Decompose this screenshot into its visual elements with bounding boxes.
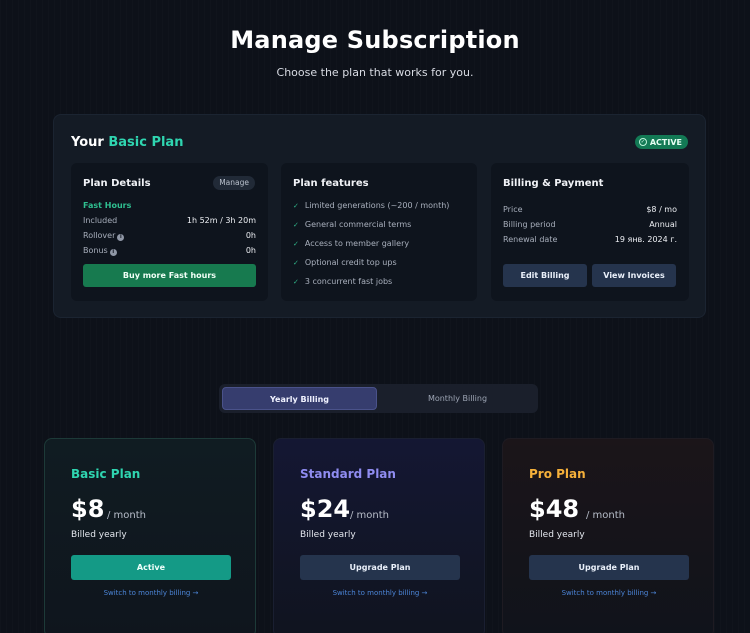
plan-name: Basic Plan — [71, 467, 141, 481]
yearly-billing-option[interactable]: Yearly Billing — [222, 387, 377, 410]
plan-details-title: Plan Details — [83, 178, 151, 189]
plan-billed: Billed yearly — [300, 530, 356, 540]
price-value: $8 / mo — [646, 205, 677, 214]
price-row: Price $8 / mo — [503, 205, 677, 214]
upgrade-plan-button[interactable]: Upgrade Plan — [529, 555, 689, 580]
check-icon: ✓ — [293, 221, 299, 229]
plan-billed: Billed yearly — [529, 530, 585, 540]
current-plan-name: Basic Plan — [108, 135, 184, 150]
included-label: Included — [83, 216, 118, 225]
status-badge-label: ACTIVE — [649, 137, 682, 147]
info-icon[interactable]: i — [109, 249, 117, 256]
feature-item: ✓ Access to member gallery — [293, 239, 409, 248]
plan-features-title: Plan features — [293, 178, 369, 189]
check-circle-icon: ✓ — [638, 138, 647, 146]
bonus-label: Bonus — [83, 246, 108, 255]
plan-features-panel: Plan features ✓ Limited generations (~200… — [281, 163, 477, 301]
check-icon: ✓ — [293, 278, 299, 286]
info-icon[interactable]: i — [117, 234, 125, 241]
plan-card-standard: Standard Plan $24 / month Billed yearly … — [273, 438, 485, 633]
rollover-row: Rollover i 0h — [83, 231, 256, 241]
current-plan-title-prefix: Your — [71, 135, 109, 150]
switch-to-monthly-link[interactable]: Switch to monthly billing → — [71, 589, 231, 597]
active-plan-button[interactable]: Active — [71, 555, 231, 580]
manage-button[interactable]: Manage — [213, 176, 255, 190]
check-icon: ✓ — [293, 202, 299, 210]
switch-to-monthly-link[interactable]: Switch to monthly billing → — [529, 589, 689, 597]
plan-billed: Billed yearly — [71, 530, 127, 540]
plan-name: Standard Plan — [300, 467, 396, 481]
billing-period-row: Billing period Annual — [503, 220, 677, 229]
rollover-label: Rollover — [83, 231, 116, 240]
feature-text: 3 concurrent fast jobs — [304, 277, 393, 286]
plan-price: $48 — [529, 495, 580, 523]
monthly-billing-option[interactable]: Monthly Billing — [380, 387, 535, 410]
plan-card-pro: Pro Plan $48 / month Billed yearly Upgra… — [502, 438, 714, 633]
check-icon: ✓ — [293, 240, 299, 248]
bonus-value: 0h — [245, 246, 256, 255]
renewal-date-row: Renewal date 19 янв. 2024 г. — [503, 235, 677, 244]
rollover-value: 0h — [245, 231, 256, 240]
page-title: Manage Subscription — [230, 26, 520, 54]
plan-period: / month — [586, 510, 626, 521]
feature-item: ✓ 3 concurrent fast jobs — [293, 277, 392, 286]
feature-text: Access to member gallery — [304, 239, 410, 248]
price-label: Price — [503, 205, 523, 214]
plan-details-panel: Plan Details Manage Fast Hours Included … — [71, 163, 268, 301]
plan-name: Pro Plan — [529, 467, 586, 481]
page-subtitle: Choose the plan that works for you. — [276, 66, 474, 79]
status-badge: ✓ ACTIVE — [634, 135, 688, 149]
renewal-date-value: 19 янв. 2024 г. — [614, 235, 677, 244]
feature-text: Limited generations (~200 / month) — [304, 201, 450, 210]
billing-period-label: Billing period — [503, 220, 556, 229]
included-value: 1h 52m / 3h 20m — [186, 216, 256, 225]
included-row: Included 1h 52m / 3h 20m — [83, 216, 256, 225]
plan-card-basic: Basic Plan $8 / month Billed yearly Acti… — [44, 438, 256, 633]
feature-text: General commercial terms — [304, 220, 412, 229]
edit-billing-button[interactable]: Edit Billing — [503, 264, 587, 287]
billing-period-value: Annual — [649, 220, 677, 229]
plan-period: / month — [107, 510, 147, 521]
bonus-row: Bonus i 0h — [83, 246, 256, 256]
feature-item: ✓ Limited generations (~200 / month) — [293, 201, 449, 210]
billing-toggle: Yearly Billing Monthly Billing — [219, 384, 538, 413]
plan-price: $8 — [71, 495, 105, 523]
view-invoices-button[interactable]: View Invoices — [592, 264, 676, 287]
billing-title: Billing & Payment — [503, 178, 604, 189]
switch-to-monthly-link[interactable]: Switch to monthly billing → — [300, 589, 460, 597]
check-icon: ✓ — [293, 259, 299, 267]
plan-period: / month — [350, 510, 390, 521]
billing-panel: Billing & Payment Price $8 / mo Billing … — [491, 163, 689, 301]
feature-text: Optional credit top ups — [304, 258, 397, 267]
upgrade-plan-button[interactable]: Upgrade Plan — [300, 555, 460, 580]
feature-item: ✓ General commercial terms — [293, 220, 411, 229]
buy-fast-hours-button[interactable]: Buy more Fast hours — [83, 264, 256, 287]
current-plan-card: Your Basic Plan ✓ ACTIVE Plan Details Ma… — [53, 114, 706, 318]
plan-price: $24 — [300, 495, 351, 523]
fast-hours-label: Fast Hours — [83, 201, 132, 210]
renewal-date-label: Renewal date — [503, 235, 558, 244]
feature-item: ✓ Optional credit top ups — [293, 258, 397, 267]
current-plan-title: Your Basic Plan — [71, 135, 183, 150]
